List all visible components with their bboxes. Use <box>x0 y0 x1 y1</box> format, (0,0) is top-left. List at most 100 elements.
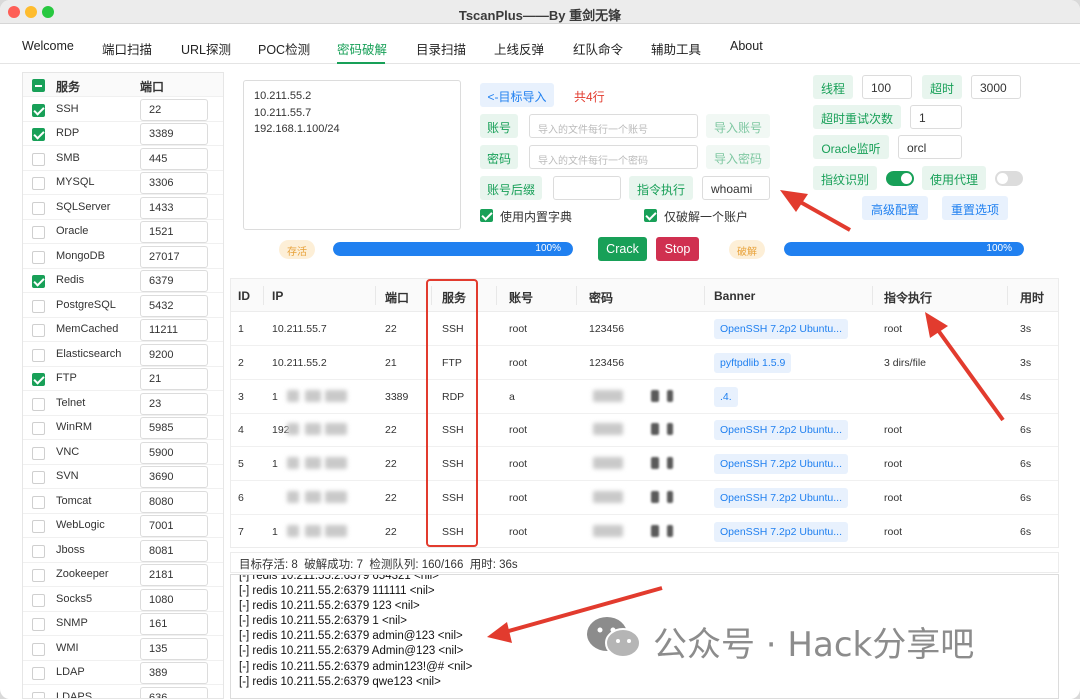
service-row[interactable]: WinRM 5985 <box>23 416 223 440</box>
service-port-input[interactable]: 22 <box>140 98 208 121</box>
service-port-input[interactable]: 1521 <box>140 221 208 243</box>
table-row[interactable]: 7 1 22 SSH root root 6s OpenSSH 7.2p2 Ubuntu... <box>231 515 1058 547</box>
import-password-button[interactable]: 导入密码 <box>706 145 770 169</box>
service-row[interactable]: Socks5 1080 <box>23 588 223 612</box>
service-row[interactable]: PostgreSQL 5432 <box>23 294 223 318</box>
service-checkbox[interactable] <box>32 324 45 337</box>
service-checkbox[interactable] <box>32 397 45 411</box>
fingerprint-toggle[interactable] <box>886 171 914 186</box>
col-ip[interactable]: IP <box>272 289 283 303</box>
retry-input[interactable]: 1 <box>910 105 962 129</box>
oracle-label-button[interactable]: Oracle监听 <box>813 135 889 159</box>
timeout-label-button[interactable]: 超时 <box>922 75 962 99</box>
col-banner[interactable]: Banner <box>714 289 755 303</box>
proxy-label-button[interactable]: 使用代理 <box>922 166 986 190</box>
service-row[interactable]: LDAPS 636 <box>23 686 223 698</box>
col-port[interactable]: 端口 <box>385 289 409 306</box>
advanced-config-button[interactable]: 高级配置 <box>862 196 928 220</box>
service-port-input[interactable]: 2181 <box>140 564 208 586</box>
fingerprint-label-button[interactable]: 指纹识别 <box>813 166 877 190</box>
service-checkbox[interactable] <box>32 667 45 680</box>
tab-welcome[interactable]: Welcome <box>22 39 74 53</box>
table-row[interactable]: 2 10.211.55.2 21 FTP root 123456 3 dirs/file 3s… <box>231 346 1058 380</box>
service-port-input[interactable]: 5900 <box>140 441 208 464</box>
tab-red-team-cmd[interactable]: 红队命令 <box>573 39 623 58</box>
service-row[interactable]: Oracle 1521 <box>23 220 223 244</box>
service-row[interactable]: Jboss 8081 <box>23 539 223 563</box>
service-port-input[interactable]: 135 <box>140 637 208 660</box>
service-row[interactable]: Telnet 23 <box>23 392 223 416</box>
tab-port-scan[interactable]: 端口扫描 <box>102 39 152 58</box>
service-checkbox[interactable] <box>32 226 45 239</box>
service-checkbox[interactable] <box>32 250 45 264</box>
service-row[interactable]: WMI 135 <box>23 637 223 661</box>
service-port-input[interactable]: 3306 <box>140 172 208 194</box>
service-checkbox[interactable] <box>32 299 45 313</box>
oracle-input[interactable]: orcl <box>898 135 962 159</box>
service-checkbox[interactable] <box>32 373 45 386</box>
service-port-input[interactable]: 7001 <box>140 515 208 537</box>
service-row[interactable]: LDAP 389 <box>23 661 223 685</box>
import-account-button[interactable]: 导入账号 <box>706 114 770 138</box>
only-one-account-checkbox[interactable] <box>644 209 657 222</box>
stop-button[interactable]: Stop <box>656 237 699 261</box>
tab-url-probe[interactable]: URL探测 <box>181 39 231 58</box>
service-row[interactable]: MongoDB 27017 <box>23 245 223 269</box>
command-input[interactable]: whoami <box>702 176 770 200</box>
service-row[interactable]: SQLServer 1433 <box>23 196 223 220</box>
service-row[interactable]: SSH 22 <box>23 98 223 122</box>
target-textarea[interactable]: 10.211.55.2 10.211.55.7 192.168.1.100/24 <box>243 80 461 230</box>
service-port-input[interactable]: 11211 <box>140 319 208 341</box>
service-checkbox[interactable] <box>32 642 45 656</box>
threads-label-button[interactable]: 线程 <box>813 75 853 99</box>
tab-about[interactable]: About <box>730 39 763 53</box>
service-row[interactable]: Redis 6379 <box>23 269 223 293</box>
service-checkbox[interactable] <box>32 544 45 558</box>
suffix-input[interactable] <box>553 176 621 200</box>
service-port-input[interactable]: 21 <box>140 368 208 390</box>
service-row[interactable]: SVN 3690 <box>23 465 223 489</box>
col-time[interactable]: 用时 <box>1020 289 1044 306</box>
service-checkbox[interactable] <box>32 495 45 509</box>
service-port-input[interactable]: 23 <box>140 392 208 415</box>
account-input[interactable]: 导入的文件每行一个账号 <box>529 114 698 138</box>
tab-dir-scan[interactable]: 目录扫描 <box>416 39 466 58</box>
service-checkbox[interactable] <box>32 128 45 141</box>
tab-aux-tools[interactable]: 辅助工具 <box>651 39 701 58</box>
service-port-input[interactable]: 445 <box>140 147 208 170</box>
account-label-button[interactable]: 账号 <box>480 114 518 138</box>
service-row[interactable]: Zookeeper 2181 <box>23 563 223 587</box>
service-port-input[interactable]: 389 <box>140 662 208 684</box>
service-row[interactable]: SMB 445 <box>23 147 223 171</box>
command-label-button[interactable]: 指令执行 <box>629 176 693 200</box>
crack-button[interactable]: Crack <box>598 237 647 261</box>
tab-reverse-shell[interactable]: 上线反弹 <box>494 39 544 58</box>
service-port-input[interactable]: 3389 <box>140 123 208 145</box>
service-port-input[interactable]: 161 <box>140 613 208 635</box>
col-id[interactable]: ID <box>238 289 250 303</box>
col-password[interactable]: 密码 <box>589 289 613 306</box>
timeout-input[interactable]: 3000 <box>971 75 1021 99</box>
service-port-input[interactable]: 636 <box>140 686 208 698</box>
threads-input[interactable]: 100 <box>862 75 912 99</box>
password-input[interactable]: 导入的文件每行一个密码 <box>529 145 698 169</box>
service-checkbox[interactable] <box>32 618 45 631</box>
service-row[interactable]: Tomcat 8080 <box>23 490 223 514</box>
service-checkbox[interactable] <box>32 471 45 484</box>
service-row[interactable]: RDP 3389 <box>23 122 223 146</box>
service-checkbox[interactable] <box>32 152 45 166</box>
service-checkbox[interactable] <box>32 275 45 288</box>
table-row[interactable]: 5 1 22 SSH root root 6s OpenSSH 7.2p2 Ubuntu... <box>231 447 1058 482</box>
service-checkbox[interactable] <box>32 348 45 362</box>
tab-password-crack[interactable]: 密码破解 <box>337 39 387 58</box>
service-checkbox[interactable] <box>32 593 45 607</box>
service-checkbox[interactable] <box>32 177 45 190</box>
service-port-input[interactable]: 3690 <box>140 466 208 488</box>
service-checkbox[interactable] <box>32 103 45 117</box>
service-row[interactable]: Elasticsearch 9200 <box>23 343 223 367</box>
service-row[interactable]: FTP 21 <box>23 367 223 391</box>
service-row[interactable]: VNC 5900 <box>23 441 223 465</box>
select-all-checkbox[interactable] <box>32 79 45 92</box>
service-port-input[interactable]: 27017 <box>140 245 208 268</box>
service-port-input[interactable]: 1080 <box>140 588 208 611</box>
